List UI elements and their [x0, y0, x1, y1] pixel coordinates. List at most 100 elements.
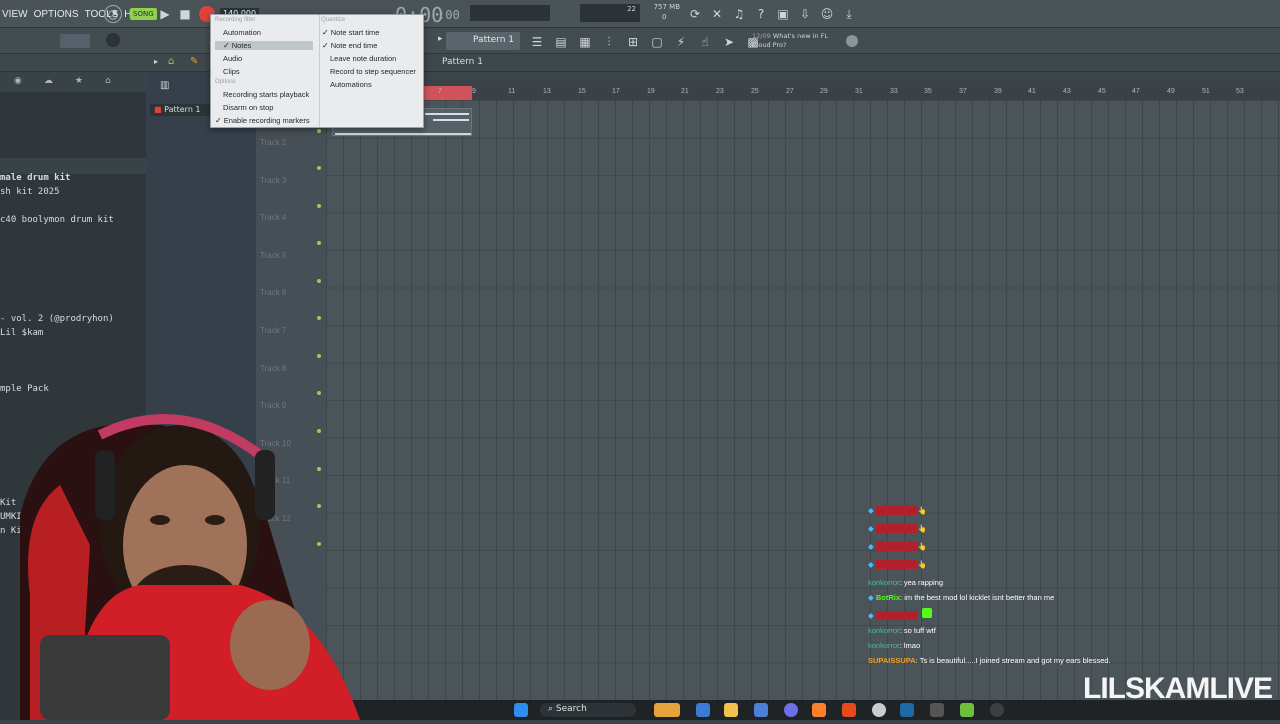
master-volume-knob[interactable]	[106, 33, 120, 47]
cpu-meter: 22	[580, 4, 640, 22]
quantize-note-start[interactable]: ✓ Note start time	[322, 28, 379, 37]
pattern-selector[interactable]: Pattern 1	[446, 32, 520, 50]
4k-app-icon[interactable]	[990, 703, 1004, 717]
option-recording-starts-playback[interactable]: Recording starts playback	[223, 90, 309, 99]
filter-automation[interactable]: Automation	[223, 28, 261, 37]
chat-message: ◆ xxxxxxxxxx👆	[868, 524, 927, 533]
track-label[interactable]: Track 6	[260, 288, 286, 297]
track-mute-dot[interactable]	[317, 166, 321, 170]
browser-star-icon[interactable]: ★	[75, 76, 83, 88]
track-mute-dot[interactable]	[317, 241, 321, 245]
arrow-right-icon[interactable]: ▸	[154, 57, 158, 66]
loop-region[interactable]	[424, 86, 472, 100]
download-icon[interactable]: ⤓	[840, 5, 858, 23]
filter-clips[interactable]: Clips	[223, 67, 240, 76]
taskbar-search[interactable]: ⌕ Search	[540, 703, 636, 717]
options-header: Options	[215, 79, 236, 85]
obs-icon[interactable]	[872, 703, 886, 717]
brave-icon[interactable]	[842, 703, 856, 717]
browser-cloud-icon[interactable]: ☁	[44, 76, 53, 88]
track-mute-dot[interactable]	[317, 129, 321, 133]
tempo-tapper-icon[interactable]: ⚡	[672, 33, 690, 51]
ruler-number: 43	[1063, 88, 1071, 95]
browser-item[interactable]: sh kit 2025	[0, 187, 60, 197]
browser-item[interactable]: male drum kit	[0, 173, 70, 183]
prev-pattern-icon[interactable]: ▸	[438, 34, 443, 44]
check-icon: ✓	[322, 28, 329, 37]
filter-notes[interactable]: ✓ Notes	[215, 41, 313, 50]
metronome-icon[interactable]: ✕	[708, 5, 726, 23]
playlist-grid[interactable]	[326, 100, 1280, 700]
menu-view[interactable]: VIEW	[2, 9, 28, 20]
track-label[interactable]: Track 8	[260, 364, 286, 373]
track-label[interactable]: Track 2	[260, 138, 286, 147]
pencil-icon[interactable]: ✎	[190, 56, 198, 67]
touch-icon[interactable]: ☝	[696, 33, 714, 51]
timeline-ruler[interactable]: 7 9 11 13 15 17 19 21 23 25 27 29 31 33 …	[326, 86, 1280, 100]
snap-selector[interactable]	[60, 34, 90, 48]
ruler-number: 7	[438, 88, 442, 95]
track-label[interactable]: Track 5	[260, 251, 286, 260]
browser-item[interactable]: c40 boolymon drum kit	[0, 215, 114, 225]
option-enable-recording-markers[interactable]: ✓ Enable recording markers	[215, 116, 310, 125]
browser-item[interactable]: Lil $kam	[0, 328, 43, 338]
plugin-icon[interactable]: ▢	[648, 33, 666, 51]
app-icon[interactable]	[930, 703, 944, 717]
quantize-note-end[interactable]: ✓ Note end time	[322, 41, 377, 50]
magnet-icon[interactable]: ⌂	[168, 56, 174, 67]
play-icon[interactable]: ▶	[156, 5, 174, 23]
menu-options[interactable]: OPTIONS	[34, 9, 79, 20]
track-mute-dot[interactable]	[317, 316, 321, 320]
browser-all-icon[interactable]: ◉	[14, 76, 22, 88]
quantize-leave-duration[interactable]: Leave note duration	[330, 54, 396, 63]
chat-message: ◆ BotRix: im the best mod lol kicklet is…	[868, 593, 1054, 602]
stop-icon[interactable]: ■	[176, 5, 194, 23]
loop-icon[interactable]: ⟳	[686, 5, 704, 23]
chat-icon[interactable]: ☺	[818, 5, 836, 23]
fl-studio-icon[interactable]	[812, 703, 826, 717]
news-panel[interactable]: 12/09 What's new in FL Cloud Pro?	[752, 32, 842, 50]
discord-icon[interactable]	[784, 703, 798, 717]
playlist-icon[interactable]: ☰	[528, 33, 546, 51]
streamer-webcam-image	[20, 414, 360, 720]
track-mute-dot[interactable]	[317, 354, 321, 358]
arrow-icon[interactable]: ➤	[720, 33, 738, 51]
save-icon[interactable]: ▣	[774, 5, 792, 23]
export-icon[interactable]: ⇩	[796, 5, 814, 23]
windows-start-icon[interactable]	[514, 703, 528, 717]
pattern-list-label: Pattern 1	[164, 105, 201, 114]
track-mute-dot[interactable]	[317, 204, 321, 208]
chat-message: SUPAISSUPA: Ts is beautiful.....I joined…	[868, 656, 1111, 665]
track-label[interactable]: Track 3	[260, 176, 286, 185]
steam-icon[interactable]	[900, 703, 914, 717]
track-label[interactable]: Track 7	[260, 326, 286, 335]
quantize-step-sequencer[interactable]: Record to step sequencer	[330, 67, 416, 76]
piano-roll-icon[interactable]: ▤	[552, 33, 570, 51]
browser-item[interactable]: - vol. 2 (@prodryhon)	[0, 314, 114, 324]
news-toggle-icon[interactable]	[846, 35, 858, 47]
chat-text: 👆	[917, 506, 927, 515]
app-icon[interactable]	[960, 703, 974, 717]
help-icon[interactable]: ?	[752, 5, 770, 23]
quantize-automations[interactable]: Automations	[330, 80, 372, 89]
store-icon[interactable]	[754, 703, 768, 717]
badge-icon: ◆	[868, 506, 876, 515]
playlist-header: ▸ ⌂ ✎ Pattern 1	[0, 54, 1280, 72]
mixer-icon[interactable]: ⫶	[600, 33, 618, 51]
copilot-icon[interactable]	[696, 703, 710, 717]
track-label[interactable]: Track 4	[260, 213, 286, 222]
pattern-list-icon[interactable]: ▥	[160, 80, 169, 91]
browser-tag-icon[interactable]: ⌂	[105, 76, 111, 88]
channel-rack-icon[interactable]: ▦	[576, 33, 594, 51]
option-disarm-on-stop[interactable]: Disarm on stop	[223, 103, 273, 112]
filter-audio[interactable]: Audio	[223, 54, 242, 63]
quantize-header: Quantize	[321, 17, 346, 23]
browser-item[interactable]: mple Pack	[0, 384, 49, 394]
track-mute-dot[interactable]	[317, 279, 321, 283]
song-position-slider[interactable]	[470, 5, 550, 21]
song-mode-badge[interactable]: SONG	[130, 8, 157, 20]
file-explorer-icon[interactable]	[724, 703, 738, 717]
widgets-icon[interactable]	[654, 703, 680, 717]
mic-icon[interactable]: ♫	[730, 5, 748, 23]
browser-icon[interactable]: ⊞	[624, 33, 642, 51]
